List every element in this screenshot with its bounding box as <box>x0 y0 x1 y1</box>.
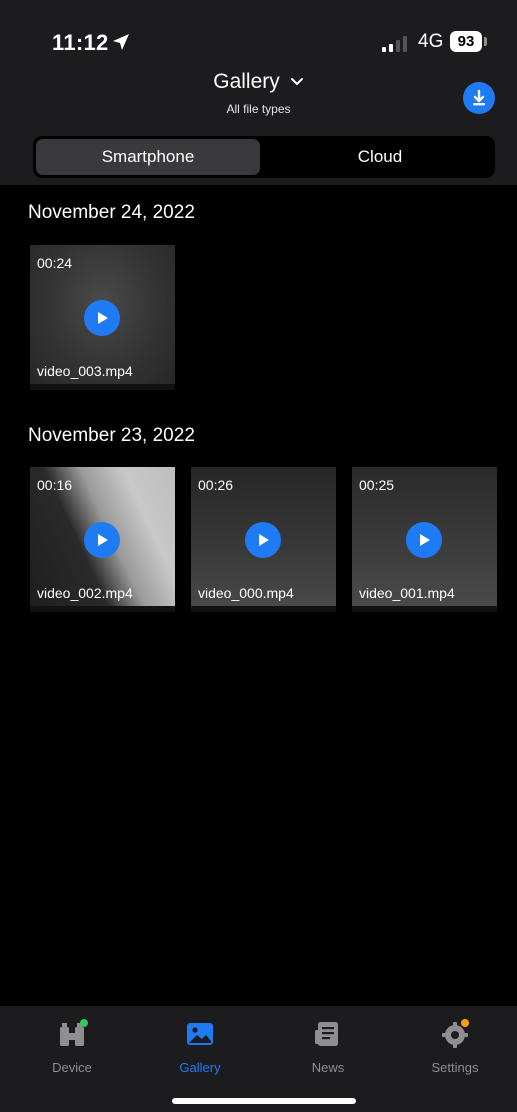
battery-cap <box>484 37 487 46</box>
download-icon <box>473 89 485 106</box>
header: Gallery All file types <box>0 70 517 116</box>
thumbnail-overlay-strip <box>30 384 175 390</box>
play-button[interactable] <box>245 522 281 558</box>
tab-bar: Device Gallery News Settings <box>0 1006 517 1112</box>
status-time: 11:12 <box>52 30 109 55</box>
play-icon <box>259 534 269 546</box>
tab-label: Device <box>52 1060 92 1075</box>
play-icon <box>98 312 108 324</box>
tab-news[interactable]: News <box>283 1018 373 1075</box>
screen: 11:12 4G 93 Gallery All file types Smart… <box>0 0 517 1112</box>
video-thumbnail[interactable]: 00:26 video_000.mp4 <box>191 467 336 612</box>
segment-cloud[interactable]: Cloud <box>268 139 492 175</box>
signal-icon <box>382 36 407 52</box>
tab-device[interactable]: Device <box>27 1018 117 1075</box>
tab-label: Gallery <box>179 1060 221 1075</box>
thumbnail-overlay-strip <box>30 606 175 612</box>
video-duration: 00:16 <box>37 477 73 493</box>
tab-label: Settings <box>431 1060 479 1075</box>
date-header: November 23, 2022 <box>28 425 195 446</box>
location-arrow-icon <box>113 34 129 50</box>
thumbnail-overlay-strip <box>191 606 336 612</box>
video-duration: 00:26 <box>198 477 234 493</box>
play-button[interactable] <box>84 300 120 336</box>
play-button[interactable] <box>84 522 120 558</box>
video-filename: video_001.mp4 <box>359 585 455 601</box>
video-filename: video_002.mp4 <box>37 585 133 601</box>
video-filename: video_003.mp4 <box>37 363 133 379</box>
video-filename: video_000.mp4 <box>198 585 294 601</box>
tab-label: News <box>311 1060 345 1075</box>
video-thumbnail[interactable]: 00:25 video_001.mp4 <box>352 467 497 612</box>
network-type: 4G <box>418 31 444 52</box>
battery-level: 93 <box>450 31 482 52</box>
source-segmented-control: Smartphone Cloud <box>33 136 495 178</box>
video-thumbnail[interactable]: 00:16 video_002.mp4 <box>30 467 175 612</box>
image-icon <box>184 1018 216 1050</box>
video-thumbnail[interactable]: 00:24 video_003.mp4 <box>30 245 175 390</box>
date-header: November 24, 2022 <box>28 202 195 223</box>
file-type-filter[interactable]: All file types <box>0 102 517 116</box>
thumbnail-overlay-strip <box>352 606 497 612</box>
download-button[interactable] <box>463 82 495 114</box>
play-icon <box>420 534 430 546</box>
video-duration: 00:24 <box>37 255 73 271</box>
gear-icon <box>439 1018 471 1050</box>
page-title: Gallery <box>213 70 280 93</box>
tab-settings[interactable]: Settings <box>410 1018 500 1075</box>
home-indicator[interactable] <box>172 1098 356 1104</box>
play-button[interactable] <box>406 522 442 558</box>
top-bar: 11:12 4G 93 Gallery All file types Smart… <box>0 0 517 185</box>
play-icon <box>98 534 108 546</box>
segment-smartphone[interactable]: Smartphone <box>36 139 260 175</box>
newspaper-icon <box>312 1018 344 1050</box>
video-duration: 00:25 <box>359 477 395 493</box>
binoculars-icon <box>56 1018 88 1050</box>
chevron-down-icon <box>290 78 303 86</box>
gallery-title-dropdown[interactable]: Gallery <box>213 70 304 94</box>
tab-gallery[interactable]: Gallery <box>155 1018 245 1075</box>
